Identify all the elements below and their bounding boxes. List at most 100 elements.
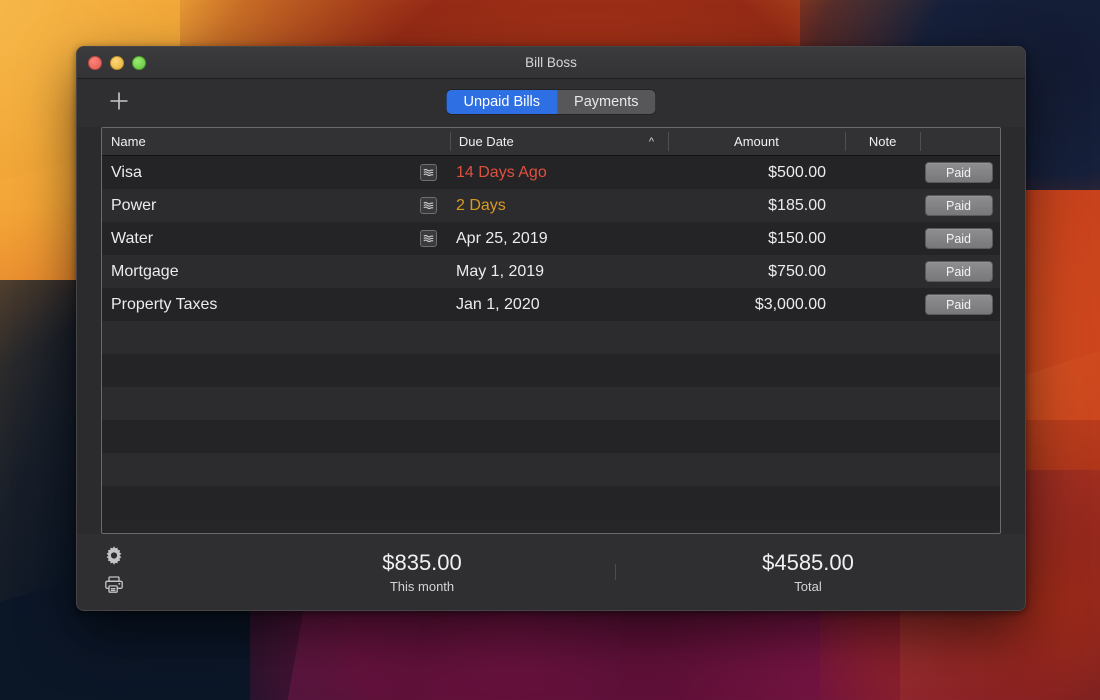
print-button[interactable]: [103, 576, 125, 598]
plus-icon: [108, 90, 130, 117]
cell-action: [917, 420, 1000, 453]
table-row[interactable]: WaterApr 25, 2019$150.00Paid: [102, 222, 1000, 255]
cell-name: [102, 420, 447, 453]
due-date-value: 14 Days Ago: [456, 164, 547, 182]
cell-action: [917, 453, 1000, 486]
cell-name: Visa: [102, 156, 447, 189]
note-lines-icon[interactable]: [420, 230, 437, 247]
cell-name: [102, 486, 447, 519]
view-segmented-control[interactable]: Unpaid Bills Payments: [446, 90, 655, 114]
amount-value: $500.00: [768, 164, 826, 182]
cell-note: [840, 321, 917, 354]
total-block-total: $4585.00 Total: [615, 550, 1001, 594]
amount-value: $150.00: [768, 230, 826, 248]
cell-due-date: [447, 420, 660, 453]
table-row[interactable]: MortgageMay 1, 2019$750.00Paid: [102, 255, 1000, 288]
amount-value: $185.00: [768, 197, 826, 215]
desktop-wallpaper: Bill Boss Unpaid Bills Payments Name: [0, 0, 1100, 700]
cell-name: Power: [102, 189, 447, 222]
cell-due-date: 2 Days: [447, 189, 660, 222]
cell-due-date: [447, 486, 660, 519]
table-row[interactable]: Property TaxesJan 1, 2020$3,000.00Paid: [102, 288, 1000, 321]
sort-ascending-icon: ^: [649, 136, 654, 148]
cell-amount: $750.00: [660, 255, 840, 288]
settings-button[interactable]: [103, 547, 125, 569]
bill-name: Mortgage: [111, 263, 179, 281]
cell-action: [917, 387, 1000, 420]
window-titlebar: Bill Boss: [77, 47, 1025, 79]
add-bill-button[interactable]: [103, 87, 135, 119]
cell-action: Paid: [917, 255, 1000, 288]
cell-due-date: [447, 387, 660, 420]
table-row-empty: [102, 453, 1000, 486]
cell-name: [102, 321, 447, 354]
cell-note: [840, 156, 917, 189]
column-header-amount[interactable]: Amount: [668, 128, 845, 155]
footer-bar: $835.00This month$4585.00 Total: [77, 534, 1025, 610]
cell-note: [840, 387, 917, 420]
printer-icon: [104, 574, 124, 599]
tab-unpaid-bills[interactable]: Unpaid Bills: [446, 90, 557, 114]
bill-name: Water: [111, 230, 153, 248]
column-header-action[interactable]: [920, 128, 1000, 155]
table-header-row: Name Due Date ^ Amount Note: [102, 128, 1000, 156]
table-row[interactable]: Visa 14 Days Ago $500.00 Paid: [102, 156, 1000, 189]
cell-amount: [660, 420, 840, 453]
cell-note: [840, 453, 917, 486]
cell-due-date: [447, 453, 660, 486]
column-header-name[interactable]: Name: [102, 128, 450, 155]
cell-due-date: 14 Days Ago: [447, 156, 660, 189]
mark-paid-button[interactable]: Paid: [925, 294, 993, 315]
cell-action: Paid: [917, 156, 1000, 189]
cell-action: [917, 321, 1000, 354]
bill-name: Power: [111, 197, 156, 215]
total-amount: $835.00: [229, 550, 615, 576]
mark-paid-button[interactable]: Paid: [925, 195, 993, 216]
cell-name: [102, 387, 447, 420]
window-title: Bill Boss: [77, 47, 1025, 78]
tab-payments[interactable]: Payments: [557, 90, 655, 114]
cell-name: [102, 354, 447, 387]
footer-icon-group: [103, 547, 125, 598]
cell-action: Paid: [917, 288, 1000, 321]
cell-name: [102, 453, 447, 486]
bills-table: Name Due Date ^ Amount Note Visa 14 Days …: [101, 127, 1001, 534]
table-row-empty: [102, 387, 1000, 420]
toolbar: Unpaid Bills Payments: [77, 79, 1025, 127]
cell-amount: [660, 486, 840, 519]
cell-amount: $150.00: [660, 222, 840, 255]
cell-amount: $500.00: [660, 156, 840, 189]
cell-amount: $3,000.00: [660, 288, 840, 321]
totals-group: $835.00This month$4585.00 Total: [229, 534, 1001, 610]
cell-note: [840, 420, 917, 453]
column-header-due-date-label: Due Date: [459, 134, 514, 149]
cell-due-date: [447, 354, 660, 387]
amount-value: $750.00: [768, 263, 826, 281]
cell-amount: [660, 453, 840, 486]
mark-paid-button[interactable]: Paid: [925, 162, 993, 183]
amount-value: $3,000.00: [755, 296, 826, 314]
column-header-note[interactable]: Note: [845, 128, 921, 155]
cell-amount: [660, 387, 840, 420]
table-row[interactable]: Power 2 Days $185.00 Paid: [102, 189, 1000, 222]
total-block-this-month: $835.00This month: [229, 550, 615, 594]
table-row-empty: [102, 354, 1000, 387]
cell-due-date: [447, 321, 660, 354]
note-lines-icon[interactable]: [420, 164, 437, 181]
cell-action: [917, 486, 1000, 519]
cell-name: Mortgage: [102, 255, 447, 288]
mark-paid-button[interactable]: Paid: [925, 261, 993, 282]
cell-note: [840, 486, 917, 519]
due-date-value: Jan 1, 2020: [456, 296, 540, 314]
table-row-empty: [102, 321, 1000, 354]
table-body: Visa 14 Days Ago $500.00 Paid Power 2 Days $18…: [102, 156, 1000, 533]
total-amount: $4585.00: [615, 550, 1001, 576]
cell-note: [840, 189, 917, 222]
note-lines-icon[interactable]: [420, 197, 437, 214]
total-label: Total: [615, 579, 1001, 594]
mark-paid-button[interactable]: Paid: [925, 228, 993, 249]
cell-amount: [660, 321, 840, 354]
bill-name: Visa: [111, 164, 142, 182]
due-date-value: 2 Days: [456, 197, 506, 215]
column-header-due-date[interactable]: Due Date ^: [450, 128, 668, 155]
